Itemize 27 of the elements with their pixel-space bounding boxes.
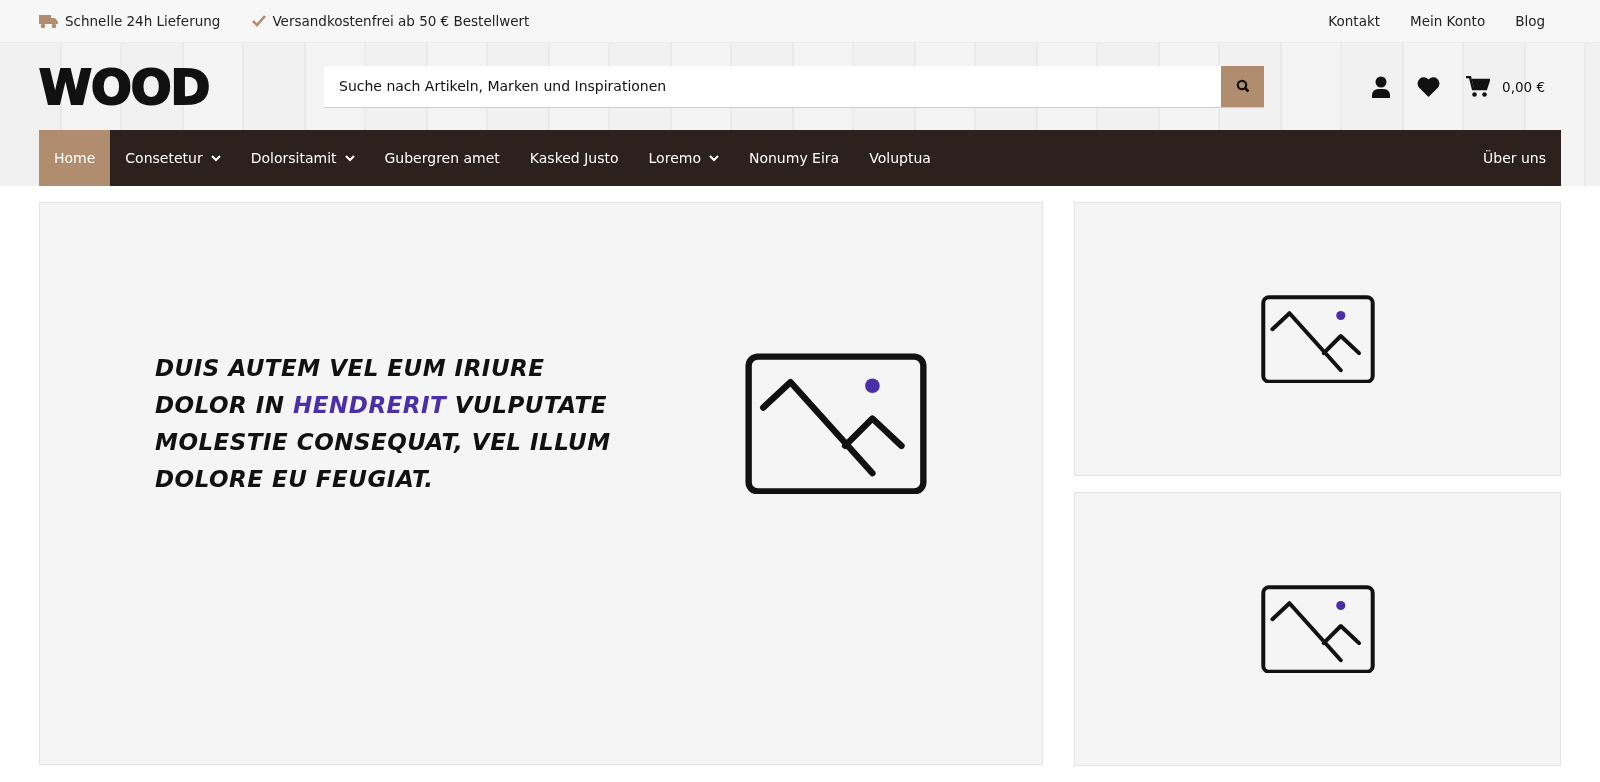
cart-icon[interactable] [1466,75,1491,98]
image-placeholder-icon [1260,294,1375,384]
nav-item[interactable]: Consetetur [110,130,236,186]
image-placeholder-icon [745,352,927,495]
nav-item[interactable]: Kasked Justo [514,130,634,186]
nav-item[interactable]: Über uns [1468,130,1561,186]
heart-icon[interactable] [1417,76,1441,97]
nav-item[interactable]: Dolorsitamit [235,130,370,186]
nav-item[interactable]: Nonumy Eira [733,130,855,186]
cart-total[interactable]: 0,00 € [1502,78,1545,95]
top-link[interactable]: Kontakt [1328,13,1381,29]
top-link[interactable]: Blog [1515,13,1545,29]
search-button[interactable] [1221,65,1264,107]
usp-text: Schnelle 24h Lieferung [65,13,221,29]
image-placeholder-icon [1260,584,1375,674]
truck-icon [39,13,59,29]
nav-item[interactable]: Gubergren amet [369,130,515,186]
check-icon [252,15,267,27]
user-icon[interactable] [1371,75,1392,98]
banner-headline: DUIS AUTEM VEL EUM IRIURE DOLOR IN HENDRERIT VULPUTATE MOLESTIE CONSEQUAT, VEL ILLUM DOLORE EU FEUGIAT. [155,353,612,494]
usp-text: Versandkostenfrei ab 50 € Bestellwert [272,13,530,29]
nav-item[interactable]: Voluptua [854,130,946,186]
search-icon [1235,79,1250,93]
banner[interactable]: DUIS AUTEM VEL EUM IRIURE DOLOR IN HENDRERIT VULPUTATE MOLESTIE CONSEQUAT, VEL ILLUM DOLORE EU FEUGIAT. [39,202,1043,765]
top-link[interactable]: Mein Konto [1410,13,1486,29]
nav-item[interactable]: Loremo [633,130,734,186]
logo[interactable]: WOOD [39,58,324,115]
